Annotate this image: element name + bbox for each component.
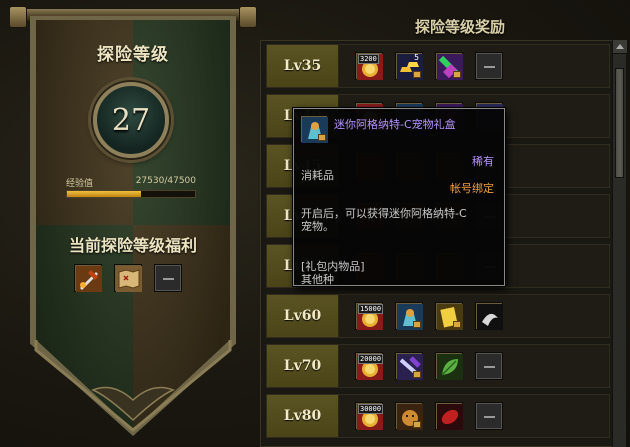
gold-bars-icon[interactable]: 5 bbox=[395, 52, 423, 80]
item-tooltip: 迷你阿格纳特-C宠物礼盒 稀有 消耗品 帐号绑定 开启后，可以获得迷你阿格纳特-… bbox=[293, 108, 505, 286]
reward-row: Lv35 3200 5 bbox=[266, 44, 610, 88]
costume-box-icon[interactable] bbox=[435, 52, 463, 80]
tooltip-subcategory: 其他种 bbox=[301, 273, 334, 286]
bind-icon bbox=[318, 134, 326, 141]
item-quantity: 20000 bbox=[358, 354, 384, 364]
green-leaf-icon[interactable] bbox=[435, 352, 463, 380]
bind-icon bbox=[413, 421, 421, 428]
bind-icon bbox=[413, 371, 421, 378]
exp-progress-bar bbox=[66, 190, 196, 198]
exp-value: 27530/47500 bbox=[135, 176, 196, 186]
tooltip-bind-type: 帐号绑定 bbox=[450, 182, 494, 195]
reward-row: Lv60 15000 bbox=[266, 294, 610, 338]
tooltip-item-type: 消耗品 bbox=[301, 169, 334, 182]
tooltip-description-line: 开启后，可以获得迷你阿格纳特-C bbox=[301, 207, 467, 220]
rewards-title: 探险等级奖励 bbox=[414, 18, 505, 36]
tooltip-description: 开启后，可以获得迷你阿格纳特-C 宠物。 bbox=[301, 207, 497, 233]
reward-row: Lv70 20000 bbox=[266, 344, 610, 388]
empty-reward-slot bbox=[475, 352, 503, 380]
benefit-title: 当前探险等级福利 bbox=[68, 236, 197, 255]
sword-buff-icon[interactable] bbox=[74, 264, 102, 292]
gold-pouch-icon[interactable]: 3200 bbox=[355, 52, 383, 80]
treasure-map-icon[interactable] bbox=[114, 264, 142, 292]
gold-pouch-icon[interactable]: 15000 bbox=[355, 302, 384, 330]
pet-gift-box-icon[interactable] bbox=[395, 302, 423, 330]
item-quantity: 5 bbox=[414, 53, 419, 62]
reward-items: 15000 bbox=[355, 302, 503, 330]
tooltip-item-name: 迷你阿格纳特-C宠物礼盒 bbox=[334, 118, 456, 131]
item-quantity: 15000 bbox=[358, 304, 384, 314]
bind-icon bbox=[413, 321, 421, 328]
red-gem-icon[interactable] bbox=[435, 402, 463, 430]
scroll-up-button[interactable] bbox=[613, 40, 627, 54]
level-number: 27 bbox=[111, 102, 151, 138]
exp-label: 经验值 bbox=[66, 179, 94, 189]
exp-progress-fill bbox=[67, 191, 142, 197]
reward-level: Lv80 bbox=[267, 395, 339, 437]
tooltip-description-line: 宠物。 bbox=[301, 220, 334, 233]
bind-icon bbox=[413, 71, 421, 78]
reward-level: Lv35 bbox=[267, 45, 339, 87]
reward-items: 30000 bbox=[355, 402, 503, 430]
empty-reward-slot bbox=[475, 402, 503, 430]
pet-tiger-icon[interactable] bbox=[395, 402, 423, 430]
empty-benefit-slot bbox=[154, 264, 182, 292]
reward-row: Lv80 30000 bbox=[266, 394, 610, 438]
empty-reward-slot bbox=[475, 52, 503, 80]
level-badge: 27 bbox=[93, 82, 169, 158]
purple-sword-icon[interactable] bbox=[395, 352, 423, 380]
reward-items: 20000 bbox=[355, 352, 503, 380]
reward-level: Lv70 bbox=[267, 345, 339, 387]
gold-pouch-icon[interactable]: 20000 bbox=[355, 352, 384, 380]
dark-claw-icon[interactable] bbox=[475, 302, 503, 330]
reward-level: Lv60 bbox=[267, 295, 339, 337]
banner-title: 探险等级 bbox=[97, 45, 169, 65]
item-quantity: 3200 bbox=[358, 54, 379, 64]
rewards-scrollbar[interactable] bbox=[612, 40, 627, 447]
pet-gift-box-icon bbox=[300, 115, 328, 143]
tooltip-rarity: 稀有 bbox=[472, 155, 494, 168]
gold-card-icon[interactable] bbox=[435, 302, 463, 330]
scroll-thumb[interactable] bbox=[615, 68, 624, 178]
benefit-icons bbox=[74, 264, 182, 292]
item-quantity: 30000 bbox=[358, 404, 384, 414]
bind-icon bbox=[453, 321, 461, 328]
bind-icon bbox=[453, 71, 461, 78]
reward-items: 3200 5 bbox=[355, 52, 503, 80]
gold-pouch-icon[interactable]: 30000 bbox=[355, 402, 384, 430]
